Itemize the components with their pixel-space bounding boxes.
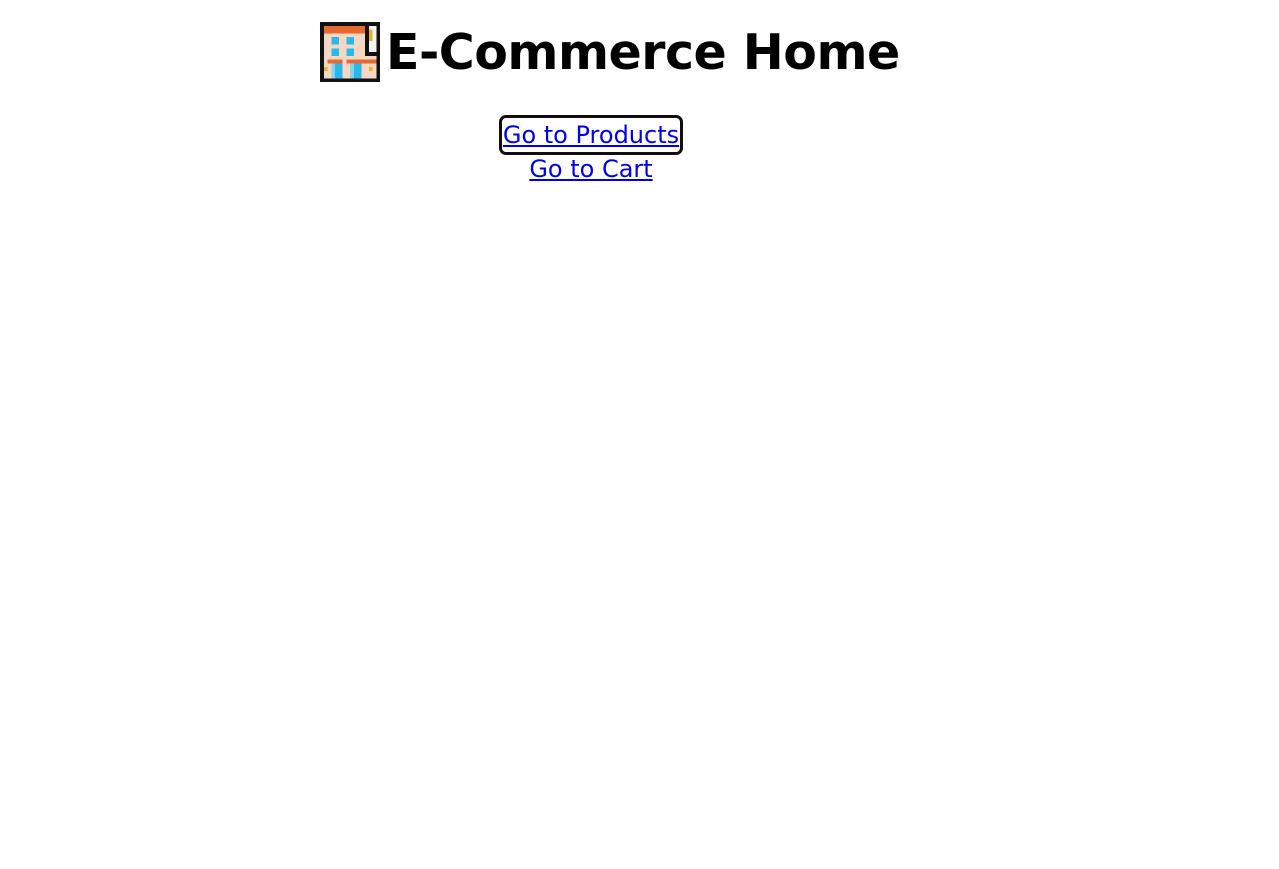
cart-link[interactable]: Go to Cart <box>528 152 653 186</box>
convenience-store-icon <box>320 22 380 82</box>
nav-links: Go to Products Go to Cart <box>441 115 741 186</box>
page: E-Commerce Home Go to Products Go to Car… <box>0 0 1279 869</box>
page-title: E-Commerce Home <box>386 23 900 81</box>
products-link[interactable]: Go to Products <box>498 115 684 155</box>
page-header: E-Commerce Home <box>320 20 960 84</box>
